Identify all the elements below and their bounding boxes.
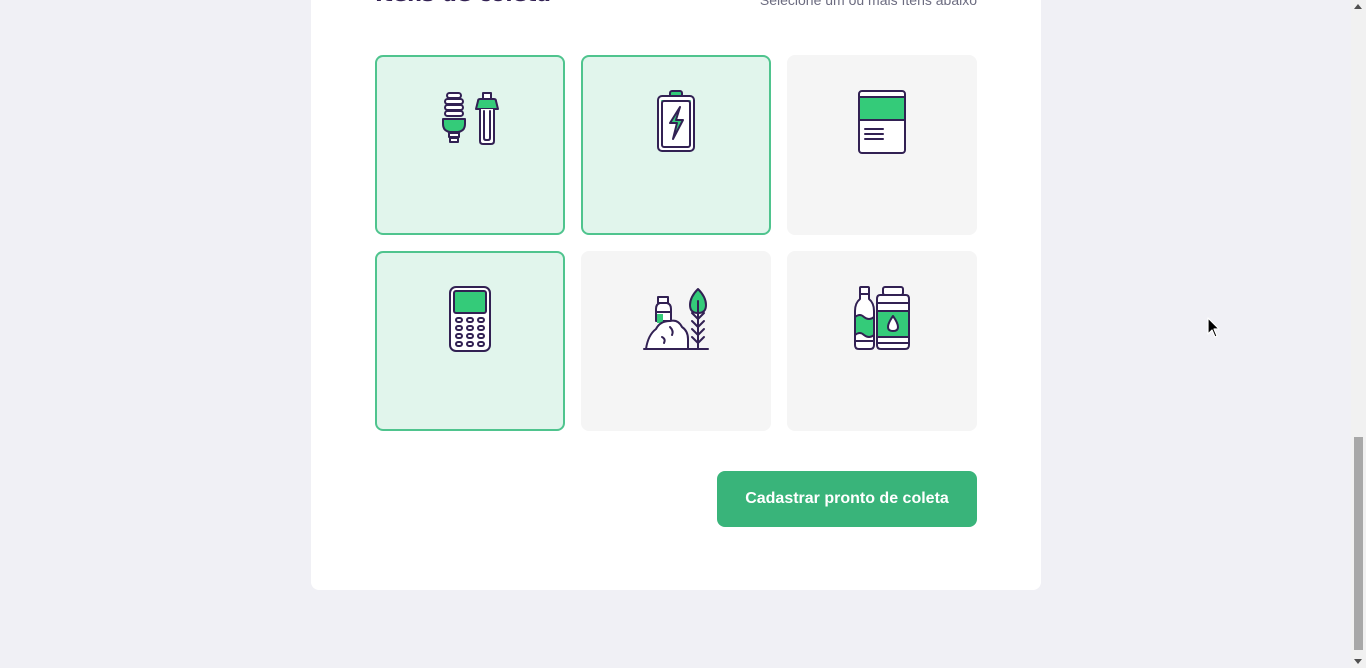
scrollbar[interactable] bbox=[1351, 0, 1366, 668]
section-title: Ítens de coleta bbox=[375, 0, 551, 8]
item-cooking-oil[interactable] bbox=[787, 251, 977, 431]
scroll-up-arrow-icon[interactable] bbox=[1354, 4, 1362, 9]
electronics-icon bbox=[449, 286, 491, 352]
item-batteries[interactable] bbox=[581, 55, 771, 235]
submit-button[interactable]: Cadastrar pronto de coleta bbox=[717, 471, 977, 527]
item-electronics[interactable] bbox=[375, 251, 565, 431]
item-organic-waste[interactable] bbox=[581, 251, 771, 431]
organic-waste-icon bbox=[643, 288, 709, 350]
items-grid bbox=[375, 55, 977, 431]
items-legend: Ítens de coleta Selecione um ou mais íte… bbox=[375, 0, 977, 16]
paper-icon bbox=[858, 90, 906, 154]
page: Ítens de coleta Selecione um ou mais íte… bbox=[0, 0, 1366, 668]
battery-icon bbox=[657, 90, 695, 152]
scroll-thumb[interactable] bbox=[1354, 437, 1363, 650]
scroll-down-arrow-icon[interactable] bbox=[1354, 659, 1362, 664]
form-card: Ítens de coleta Selecione um ou mais íte… bbox=[311, 0, 1041, 590]
lamp-icon bbox=[442, 92, 499, 145]
item-lamps[interactable] bbox=[375, 55, 565, 235]
section-hint: Selecione um ou mais ítens abaixo bbox=[759, 0, 977, 8]
item-paper[interactable] bbox=[787, 55, 977, 235]
mouse-pointer-icon bbox=[1207, 317, 1220, 338]
oil-bottle-icon bbox=[854, 286, 910, 350]
